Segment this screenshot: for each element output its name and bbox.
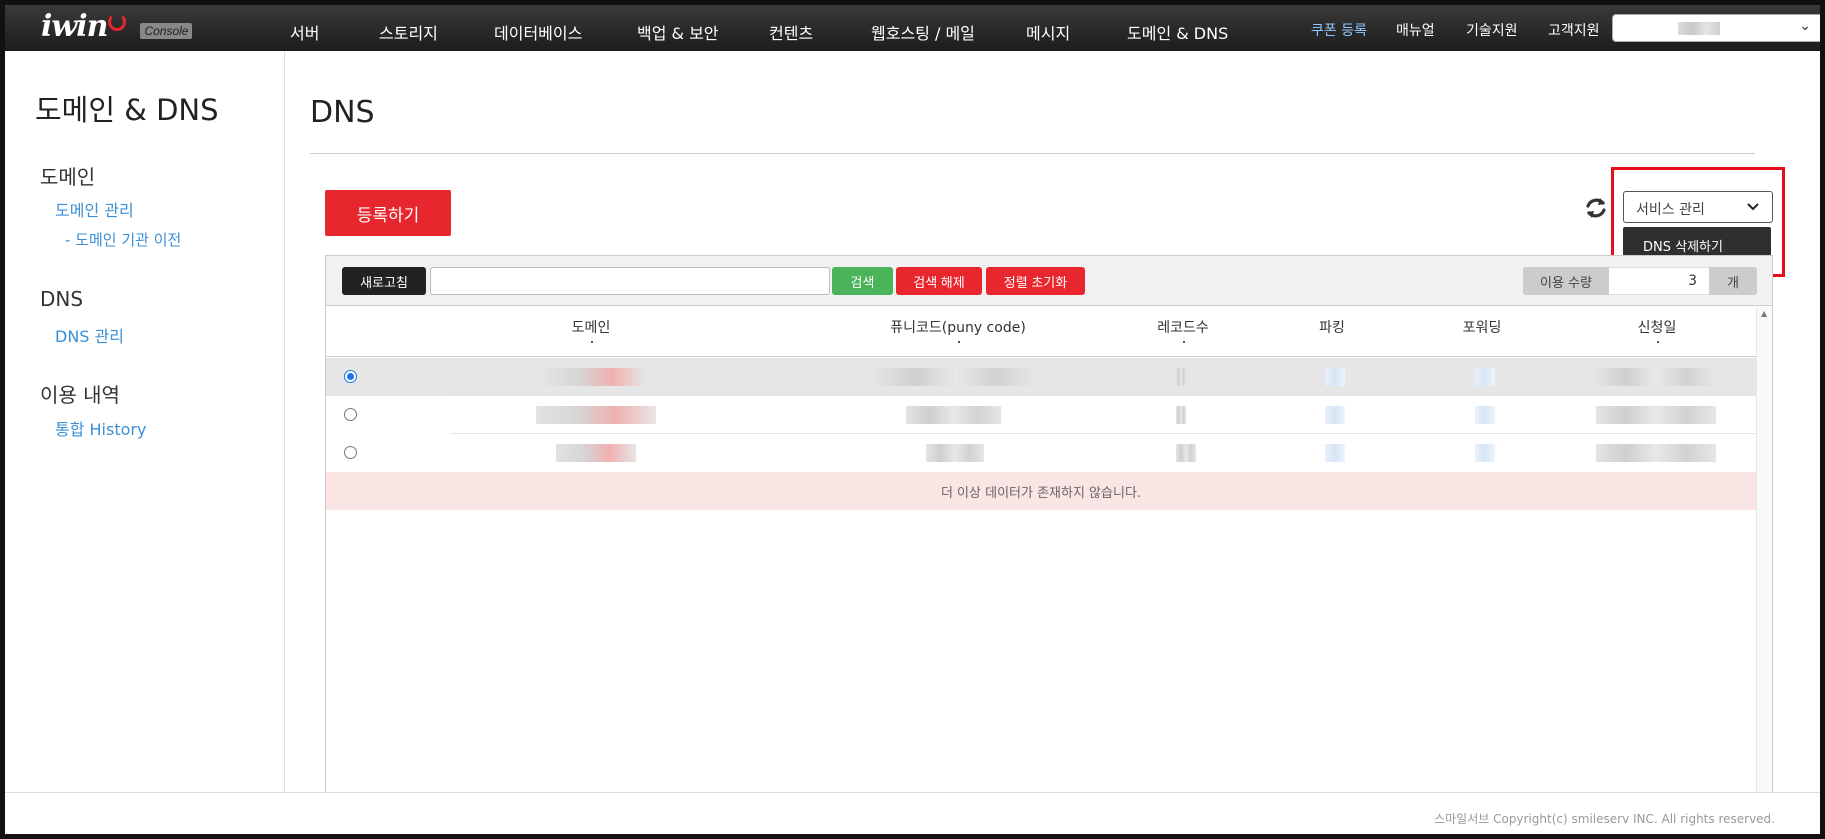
nav-contents[interactable]: 컨텐츠 <box>769 20 813 44</box>
title-divider <box>310 153 1755 154</box>
smile-icon <box>108 12 127 31</box>
no-more-data-message: 더 이상 데이터가 존재하지 않습니다. <box>326 472 1756 510</box>
redacted-record-count <box>1176 406 1186 424</box>
usage-label: 이용 수량 <box>1523 267 1609 295</box>
console-badge: Console <box>140 22 193 39</box>
sidebar-item-domain-manage[interactable]: 도메인 관리 <box>55 197 134 221</box>
redacted-date <box>1596 406 1716 424</box>
col-applied-date[interactable]: 신청일 <box>1638 317 1677 337</box>
sort-marker <box>1657 341 1659 343</box>
col-parking[interactable]: 파킹 <box>1319 317 1345 337</box>
redacted-punycode <box>876 368 1036 386</box>
app-window: iwin Console 서버 스토리지 데이터베이스 백업 & 보안 컨텐츠 … <box>0 0 1825 839</box>
usage-value: 3 <box>1609 267 1709 295</box>
footer: 스마일서브 Copyright(c) smileserv INC. All ri… <box>5 792 1820 834</box>
top-navigation: iwin Console 서버 스토리지 데이터베이스 백업 & 보안 컨텐츠 … <box>5 5 1820 51</box>
page-title: DNS <box>310 95 375 130</box>
dns-list-panel: 새로고침 검색 검색 해제 정렬 초기화 이용 수량 3 개 도메인 퓨니코드(… <box>325 255 1773 805</box>
redacted-date <box>1596 444 1716 462</box>
clear-search-button[interactable]: 검색 해제 <box>896 267 982 295</box>
row-radio[interactable] <box>344 370 357 383</box>
register-button[interactable]: 등록하기 <box>325 190 451 236</box>
copyright-text: 스마일서브 Copyright(c) smileserv INC. All ri… <box>1434 812 1775 826</box>
vertical-scrollbar[interactable]: ▲ <box>1756 307 1772 805</box>
table-row[interactable] <box>326 358 1756 396</box>
list-toolbar: 새로고침 검색 검색 해제 정렬 초기화 이용 수량 3 개 <box>326 256 1772 306</box>
sort-marker <box>958 341 960 343</box>
redacted-forwarding <box>1475 444 1495 462</box>
redacted-punycode <box>906 406 1001 424</box>
customer-support-link[interactable]: 고객지원 <box>1548 20 1600 40</box>
scroll-up-icon[interactable]: ▲ <box>1761 309 1767 318</box>
nav-message[interactable]: 메시지 <box>1026 20 1070 44</box>
redacted-record-count <box>1176 368 1186 386</box>
sidebar-heading-usage: 이용 내역 <box>40 383 120 407</box>
redacted-parking <box>1325 368 1345 386</box>
col-forwarding[interactable]: 포워딩 <box>1463 317 1502 337</box>
sidebar-item-dns-manage[interactable]: DNS 관리 <box>55 323 124 347</box>
redacted-parking <box>1325 444 1345 462</box>
nav-domain-dns[interactable]: 도메인 & DNS <box>1127 20 1228 44</box>
coupon-link[interactable]: 쿠폰 등록 <box>1311 20 1367 40</box>
nav-backup-security[interactable]: 백업 & 보안 <box>637 20 719 44</box>
table-row[interactable] <box>326 434 1756 472</box>
redacted-parking <box>1325 406 1345 424</box>
sort-marker <box>1183 341 1185 343</box>
sidebar: 도메인 & DNS 도메인 도메인 관리 - 도메인 기관 이전 DNS DNS… <box>5 51 285 792</box>
sidebar-title: 도메인 & DNS <box>35 93 219 127</box>
chevron-down-icon: ⌄ <box>1799 18 1811 34</box>
refresh-button[interactable]: 새로고침 <box>342 267 426 295</box>
usage-count: 이용 수량 3 개 <box>1523 267 1757 295</box>
row-radio[interactable] <box>344 408 357 421</box>
row-radio[interactable] <box>344 446 357 459</box>
nav-server[interactable]: 서버 <box>290 20 319 44</box>
redacted-record-count <box>1176 444 1196 462</box>
account-select[interactable]: ⌄ <box>1612 14 1820 42</box>
iwin-logo[interactable]: iwin Console <box>41 9 193 44</box>
redacted-domain <box>546 368 646 386</box>
sidebar-item-domain-transfer[interactable]: - 도메인 기관 이전 <box>65 229 181 250</box>
table-row[interactable] <box>326 396 1756 434</box>
redacted-punycode <box>926 444 984 462</box>
sidebar-item-history[interactable]: 통합 History <box>55 416 146 440</box>
redacted-forwarding <box>1475 368 1495 386</box>
reset-sort-button[interactable]: 정렬 초기화 <box>986 267 1085 295</box>
tech-support-link[interactable]: 기술지원 <box>1466 20 1518 40</box>
sort-marker <box>591 341 593 343</box>
table-header: 도메인 퓨니코드(puny code) 레코드수 파킹 포워딩 신청일 <box>326 307 1756 357</box>
col-domain[interactable]: 도메인 <box>572 317 611 337</box>
col-punycode[interactable]: 퓨니코드(puny code) <box>890 317 1026 337</box>
refresh-icon[interactable] <box>1583 195 1609 221</box>
nav-webhosting-mail[interactable]: 웹호스팅 / 메일 <box>871 20 975 44</box>
sidebar-heading-domain: 도메인 <box>40 165 96 189</box>
nav-database[interactable]: 데이터베이스 <box>494 20 582 44</box>
usage-unit: 개 <box>1709 267 1757 295</box>
manual-link[interactable]: 매뉴얼 <box>1396 20 1435 40</box>
nav-storage[interactable]: 스토리지 <box>379 20 438 44</box>
col-record-count[interactable]: 레코드수 <box>1157 317 1209 337</box>
sidebar-heading-dns: DNS <box>40 287 84 311</box>
redacted-date <box>1596 368 1716 386</box>
redacted-forwarding <box>1475 406 1495 424</box>
redacted-domain <box>556 444 636 462</box>
logo-text: iwin <box>41 9 108 44</box>
redacted-domain <box>536 406 656 424</box>
account-name-redacted <box>1678 22 1720 35</box>
search-button[interactable]: 검색 <box>832 267 893 295</box>
search-input[interactable] <box>430 267 830 295</box>
